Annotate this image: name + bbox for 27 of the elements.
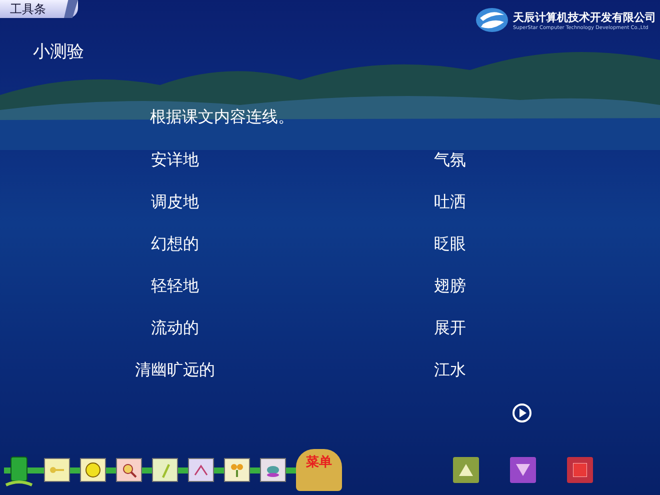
- up-triangle-icon: [459, 464, 473, 476]
- flower-icon[interactable]: [224, 458, 250, 482]
- left-word[interactable]: 流动的: [151, 318, 199, 360]
- right-word[interactable]: 眨眼: [434, 234, 466, 276]
- left-word[interactable]: 幻想的: [151, 234, 199, 276]
- left-word[interactable]: 安详地: [151, 150, 199, 192]
- instruction-text: 根据课文内容连线。: [150, 107, 294, 128]
- right-word[interactable]: 气氛: [434, 150, 466, 192]
- previous-button[interactable]: [453, 457, 479, 483]
- right-word[interactable]: 吐洒: [434, 192, 466, 234]
- magnifier-icon[interactable]: [116, 458, 142, 482]
- play-icon[interactable]: [512, 403, 532, 423]
- company-name: 天辰计算机技术开发有限公司: [513, 10, 656, 24]
- exit-button[interactable]: [567, 457, 593, 483]
- quiz-title: 小测验: [33, 41, 84, 63]
- right-word[interactable]: 展开: [434, 318, 466, 360]
- down-triangle-icon: [516, 464, 530, 476]
- right-word[interactable]: 翅膀: [434, 276, 466, 318]
- pencil-icon[interactable]: [152, 458, 178, 482]
- right-word[interactable]: 江水: [434, 360, 466, 402]
- left-word[interactable]: 清幽旷远的: [135, 360, 215, 402]
- left-word[interactable]: 轻轻地: [151, 276, 199, 318]
- key-icon[interactable]: [44, 458, 70, 482]
- toolbar-tab[interactable]: 工具条: [0, 0, 78, 18]
- next-button[interactable]: [510, 457, 536, 483]
- swirl-logo-icon: [475, 6, 509, 34]
- left-word[interactable]: 调皮地: [151, 192, 199, 234]
